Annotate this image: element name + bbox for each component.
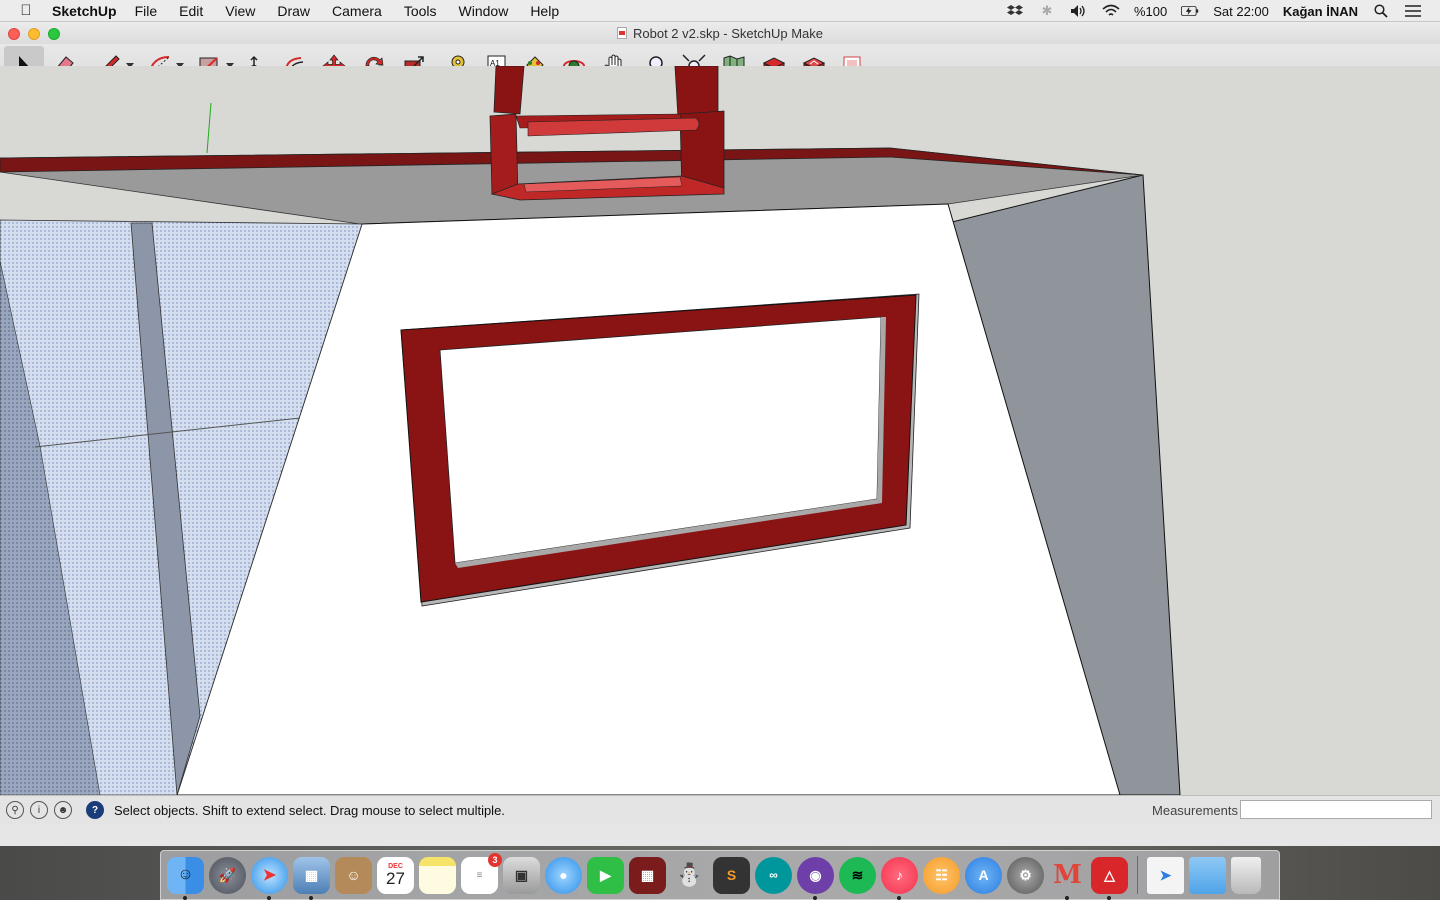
- user-account-icon[interactable]: ☻: [54, 801, 72, 819]
- dock-separator: [1137, 856, 1138, 894]
- itunes-icon[interactable]: ♪: [881, 856, 918, 900]
- notes-icon[interactable]: [419, 856, 456, 894]
- calendar-icon[interactable]: DEC 27: [377, 856, 414, 894]
- volume-icon[interactable]: [1070, 4, 1088, 18]
- launchpad-icon[interactable]: 🚀: [209, 856, 246, 894]
- model-canvas[interactable]: [0, 66, 1440, 795]
- geo-location-icon[interactable]: ⚲: [6, 801, 24, 819]
- menu-bar:  SketchUp File Edit View Draw Camera To…: [0, 0, 1440, 22]
- menu-file[interactable]: File: [135, 3, 158, 19]
- mendeley-icon[interactable]: M: [1049, 857, 1086, 900]
- photo-booth-icon[interactable]: ▣: [503, 856, 540, 894]
- trash-icon[interactable]: [1231, 856, 1261, 894]
- app-store-icon[interactable]: A: [965, 856, 1002, 894]
- spotify-icon[interactable]: ≋: [839, 856, 876, 894]
- system-preferences-icon[interactable]: ⚙: [1007, 856, 1044, 894]
- menu-help[interactable]: Help: [530, 3, 559, 19]
- measurements-input[interactable]: [1240, 800, 1432, 819]
- clock[interactable]: Sat 22:00: [1213, 4, 1269, 19]
- finder-icon[interactable]: ☺: [167, 856, 204, 900]
- android-file-transfer-icon[interactable]: ⛄: [671, 857, 708, 894]
- desktop-strip: ☺ 🚀 ➤ ▦ ☺ DEC 27 ≡ 3 ▣ ● ▶ ▦ ⛄ S ∞ ◉ ≋ ♪ …: [0, 846, 1440, 900]
- ibooks-icon[interactable]: ☷: [923, 856, 960, 894]
- menu-draw[interactable]: Draw: [277, 3, 310, 19]
- bluetooth-icon[interactable]: ✱: [1038, 3, 1056, 18]
- dropbox-icon[interactable]: [1006, 4, 1024, 18]
- downloads-stack-icon[interactable]: ➤: [1147, 856, 1184, 894]
- menu-tools[interactable]: Tools: [404, 3, 437, 19]
- menu-view[interactable]: View: [225, 3, 255, 19]
- preview-icon[interactable]: ▦: [293, 856, 330, 900]
- window-title: Robot 2 v2.skp - SketchUp Make: [632, 25, 824, 41]
- notification-center-icon[interactable]: [1404, 4, 1422, 18]
- status-message: Select objects. Shift to extend select. …: [114, 802, 505, 818]
- sublime-text-icon[interactable]: S: [713, 856, 750, 894]
- wifi-icon[interactable]: [1102, 4, 1120, 18]
- measurements-label: Measurements: [1152, 803, 1238, 818]
- help-icon[interactable]: ?: [86, 801, 104, 819]
- arduino-icon[interactable]: ∞: [755, 856, 792, 894]
- spotlight-search-icon[interactable]: [1372, 4, 1390, 18]
- window-titlebar[interactable]: Robot 2 v2.skp - SketchUp Make: [0, 22, 1440, 44]
- messages-icon[interactable]: ●: [545, 856, 582, 894]
- calendar-day: 27: [386, 869, 405, 888]
- status-menus: ✱ %100 Sat 22:00 Kağan İNAN: [1006, 0, 1440, 22]
- sketchup-icon[interactable]: △: [1091, 856, 1128, 900]
- safari-icon[interactable]: ➤: [251, 856, 288, 900]
- menu-window[interactable]: Window: [459, 3, 509, 19]
- battery-percent[interactable]: %100: [1134, 4, 1167, 19]
- menu-camera[interactable]: Camera: [332, 3, 382, 19]
- facetime-icon[interactable]: ▶: [587, 856, 624, 894]
- contacts-icon[interactable]: ☺: [335, 856, 372, 894]
- apple-menu-icon[interactable]: : [0, 2, 52, 19]
- app-menu[interactable]: SketchUp: [52, 3, 117, 19]
- model-viewport[interactable]: [0, 66, 1440, 795]
- menu-edit[interactable]: Edit: [179, 3, 203, 19]
- photos-icon[interactable]: ▦: [629, 856, 666, 894]
- reminders-badge: 3: [488, 852, 502, 867]
- github-icon[interactable]: ◉: [797, 856, 834, 900]
- close-button[interactable]: [8, 28, 20, 40]
- document-icon: [616, 27, 627, 39]
- battery-icon[interactable]: [1181, 4, 1199, 18]
- credits-icon[interactable]: i: [30, 801, 48, 819]
- documents-folder-icon[interactable]: [1189, 856, 1226, 894]
- user-name[interactable]: Kağan İNAN: [1283, 4, 1358, 19]
- zoom-button[interactable]: [48, 28, 60, 40]
- status-bar: ⚲ i ☻ ? Select objects. Shift to extend …: [0, 795, 1440, 824]
- reminders-icon[interactable]: ≡ 3: [461, 852, 502, 894]
- minimize-button[interactable]: [28, 28, 40, 40]
- dock: ☺ 🚀 ➤ ▦ ☺ DEC 27 ≡ 3 ▣ ● ▶ ▦ ⛄ S ∞ ◉ ≋ ♪ …: [160, 850, 1280, 900]
